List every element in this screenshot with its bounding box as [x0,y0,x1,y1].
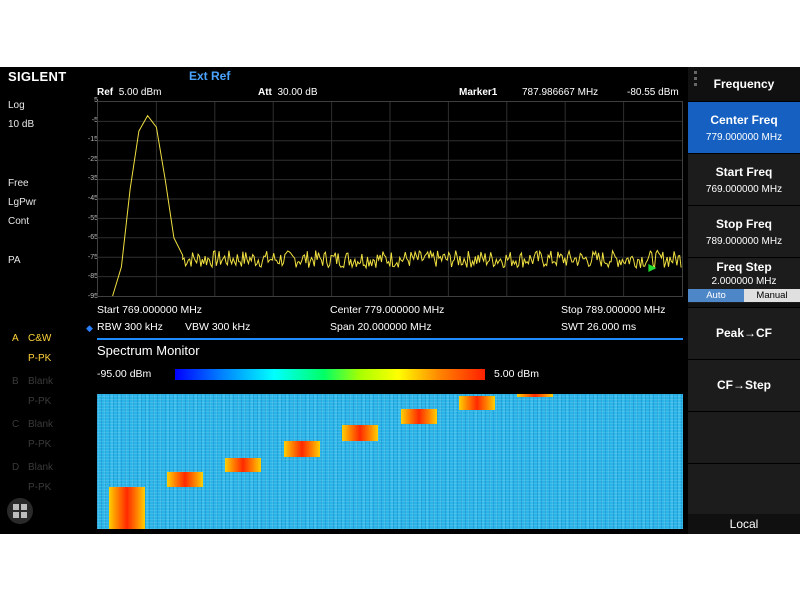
empty-softkey [688,411,800,463]
center-freq-button[interactable]: Center Freq 779.000000 MHz [688,101,800,153]
marker-frequency: 787.986667 MHz [522,87,599,98]
trace-c-mode[interactable]: Blank [28,419,53,430]
ref-level-readout[interactable]: Ref 5.00 dBm [97,87,162,98]
preamp-indicator: PA [8,255,21,266]
center-frequency[interactable]: Center 779.000000 MHz [330,304,444,316]
waterfall-signal [517,394,553,397]
button-label: Peak→CF [715,326,773,340]
waterfall-signal [342,425,378,441]
button-value: 789.000000 MHz [705,236,783,247]
ref-label: Ref [97,87,114,98]
vbw-readout[interactable]: VBW 300 kHz [185,321,250,333]
trace-d-detector: P-PK [28,482,52,493]
local-mode-indicator[interactable]: Local [688,514,800,534]
section-divider [97,338,683,340]
att-label: Att [258,87,272,98]
waterfall-signal [284,441,320,457]
scale-per-div: 10 dB [8,119,35,130]
button-label: Freq Step [716,260,772,274]
trace-a-letter[interactable]: A [12,333,19,344]
button-value: 779.000000 MHz [705,132,783,143]
rbw-marker-icon: ◆ [86,323,93,333]
analyzer-screen: SIGLENT Ext Ref Ref 5.00 dBm Att 30.00 d… [0,67,800,534]
waterfall-signal [459,396,495,410]
trigger-mode: Free [8,178,29,189]
menu-title: Frequency [713,77,775,91]
step-mode-toggle[interactable]: Auto Manual [688,289,800,302]
trace-b-mode[interactable]: Blank [28,376,53,387]
button-value: 769.000000 MHz [705,184,783,195]
spectrum-trace-canvas [98,102,682,296]
button-value: 2.000000 MHz [711,276,777,287]
trace-a-mode[interactable]: C&W [28,333,51,344]
button-label: Start Freq [715,165,773,179]
sweep-time-readout[interactable]: SWT 26.000 ms [561,321,636,333]
scale-type: Log [8,100,25,111]
sweep-mode: Cont [8,216,30,227]
trace-d-letter[interactable]: D [12,462,19,473]
button-label: CF→Step [717,378,771,392]
cf-to-step-button[interactable]: CF→Step [688,359,800,411]
trace-b-letter[interactable]: B [12,376,19,387]
stop-freq-button[interactable]: Stop Freq 789.000000 MHz [688,205,800,257]
trace-c-detector: P-PK [28,439,52,450]
button-label: Center Freq [710,113,778,127]
rbw-readout[interactable]: RBW 300 kHz [97,321,163,333]
span-readout[interactable]: Span 20.000000 MHz [330,321,432,333]
home-menu-button[interactable] [7,498,33,524]
marker-label: Marker1 [459,87,498,98]
attenuation-readout[interactable]: Att 30.00 dB [258,87,318,98]
color-scale-bar [175,369,485,380]
colorbar-max-label: 5.00 dBm [494,368,539,380]
brand-logo: SIGLENT [8,69,67,84]
spectrum-trace-line [112,114,682,296]
waterfall-signal [109,487,145,529]
empty-softkey [688,463,800,514]
waterfall-signal [167,472,203,487]
trace-d-mode[interactable]: Blank [28,462,53,473]
marker-level: -80.55 dBm [627,87,679,98]
ref-value: 5.00 dBm [118,87,162,98]
average-type: LgPwr [8,197,37,208]
waterfall-signal [225,458,261,472]
trace-c-letter[interactable]: C [12,419,19,430]
trace-b-detector: P-PK [28,396,52,407]
ext-ref-indicator: Ext Ref [189,69,231,83]
start-frequency[interactable]: Start 769.000000 MHz [97,304,202,316]
att-value: 30.00 dB [277,87,318,98]
grid-icon [13,504,27,518]
waterfall-signal [401,409,437,424]
stop-frequency[interactable]: Stop 789.000000 MHz [561,304,666,316]
button-label: Stop Freq [716,217,772,231]
peak-to-cf-button[interactable]: Peak→CF [688,307,800,359]
colorbar-min-label: -95.00 dBm [97,368,152,380]
mode-manual-option[interactable]: Manual [744,289,800,302]
spectrum-plot[interactable] [97,101,683,297]
trace-a-detector: P-PK [28,353,52,364]
waterfall-noise [97,394,683,529]
mode-auto-option[interactable]: Auto [688,289,744,302]
softkey-menu: Frequency Center Freq 779.000000 MHz Sta… [688,67,800,534]
spectrum-monitor-title: Spectrum Monitor [97,343,200,358]
waterfall-display[interactable] [97,394,683,529]
start-freq-button[interactable]: Start Freq 769.000000 MHz [688,153,800,205]
